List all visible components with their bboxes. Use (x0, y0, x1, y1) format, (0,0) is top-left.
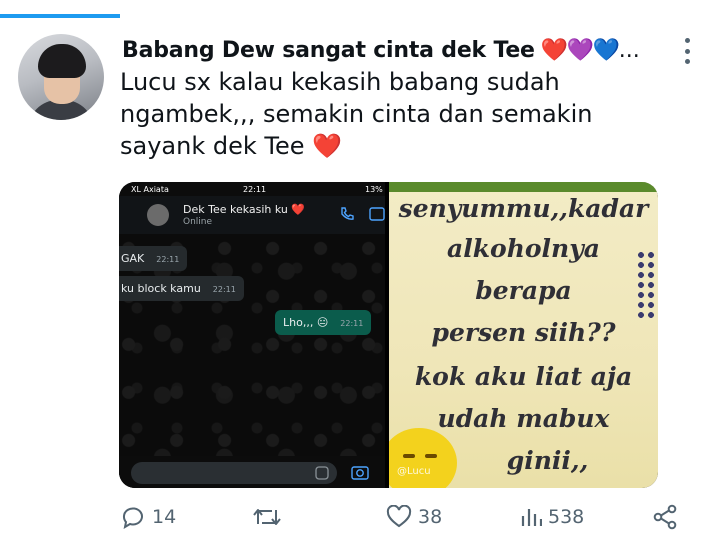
message-time: 22:11 (156, 255, 180, 264)
like-button[interactable]: 38 (386, 500, 442, 534)
blue-heart-emoji: 💙 (592, 37, 621, 63)
like-count: 38 (418, 506, 443, 528)
quote-line: senyummu,,kadar (398, 194, 649, 223)
contact-name: Dek Tee kekasih ku ❤️ (183, 203, 306, 216)
message-bubble-incoming: ku block kamu 22:11 (119, 276, 244, 301)
status-time: 22:11 (243, 185, 267, 194)
analytics-icon (521, 509, 542, 526)
smiley-face-graphic (389, 428, 457, 488)
battery-label: 13% (365, 185, 383, 194)
message-text: GAK (121, 252, 145, 265)
quote-line: berapa (475, 276, 572, 305)
message-time: 22:11 (340, 319, 364, 328)
camera-icon (351, 466, 369, 480)
leaf-border (389, 182, 658, 192)
heart-emoji: ❤️ (312, 132, 343, 160)
tweet-text-line-3: sayank dek Tee (120, 132, 305, 160)
contact-status: Online (183, 217, 213, 227)
tweet-actions: 14 38 538 (0, 500, 720, 534)
red-heart-emoji: ❤️ (540, 37, 569, 63)
tweet-text: Lucu sx kalau kekasih babang sudah ngamb… (120, 66, 660, 162)
message-text: ku block kamu (121, 282, 201, 295)
tweet-header: Babang Dew sangat cinta dek Tee ❤️💜💙... (122, 33, 690, 67)
avatar-hair (38, 44, 86, 78)
chat-header: Dek Tee kekasih ku ❤️ Online (119, 196, 385, 234)
retweet-icon (253, 509, 281, 525)
share-icon (653, 504, 677, 530)
reply-count: 14 (152, 506, 177, 528)
quote-line: persen siih?? (431, 318, 616, 347)
watermark: @Lucu (397, 466, 431, 477)
carrier-label: XL Axiata (131, 185, 169, 194)
avatar[interactable] (18, 34, 104, 120)
reply-button[interactable]: 14 (120, 500, 176, 534)
quote-line: kok aku liat aja (414, 362, 633, 391)
message-bubble-outgoing: Lho,,, 😐 22:11 (275, 310, 372, 335)
sticker-icon (315, 466, 329, 480)
chat-screenshot-image[interactable]: XL Axiata 22:11 13% Dek Tee kekasih ku ❤… (119, 182, 385, 488)
message-bubble-incoming: GAK 22:11 (119, 246, 188, 271)
message-text: Lho,,, 😐 (283, 316, 329, 329)
heart-icon (386, 505, 412, 528)
phone-call-icon (341, 207, 354, 220)
video-call-icon (369, 207, 385, 221)
quote-line: alkoholnya (447, 234, 600, 263)
share-button[interactable] (652, 500, 678, 534)
active-tab-indicator (0, 14, 120, 18)
chat-input-bar (119, 458, 385, 488)
purple-heart-emoji: 💜 (566, 37, 595, 63)
more-options-icon[interactable] (682, 38, 692, 64)
tweet-text-line-2: ngambek,,, semakin cinta dan semakin (120, 100, 593, 128)
name-ellipsis: ... (618, 37, 640, 63)
view-count: 538 (548, 506, 585, 528)
phone-status-bar: XL Axiata 22:11 13% (119, 182, 385, 196)
contact-avatar (147, 204, 169, 226)
tweet-text-line-1: Lucu sx kalau kekasih babang sudah (120, 68, 560, 96)
retweet-button[interactable] (252, 500, 288, 534)
message-time: 22:11 (212, 285, 236, 294)
name-emoji-hearts: ❤️💜💙... (541, 38, 640, 63)
tweet-media[interactable]: XL Axiata 22:11 13% Dek Tee kekasih ku ❤… (119, 182, 658, 488)
display-name[interactable]: Babang Dew sangat cinta dek Tee (122, 38, 535, 63)
quote-image[interactable]: senyummu,,kadar alkoholnya berapa persen… (389, 182, 658, 488)
views-button[interactable]: 538 (520, 500, 584, 534)
reply-icon (122, 507, 143, 529)
message-input (131, 462, 337, 484)
